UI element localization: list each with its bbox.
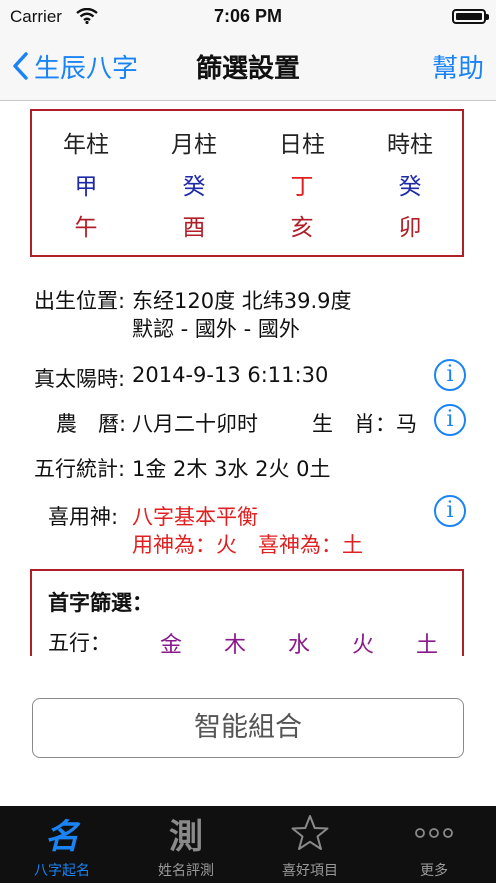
five-elements-stats-value: 1金 2木 3水 2火 0土	[132, 457, 331, 481]
battery-icon	[452, 9, 489, 24]
lunar-date-label: 農 曆:	[56, 412, 127, 436]
filter-settings-content[interactable]: 年柱 甲 午 月柱 癸 酉 日柱 丁 亥 時柱 癸 卯 出生位置: 东经120度…	[0, 101, 496, 656]
five-elements-stats-row: 五行統計: 1金 2木 3水 2火 0土	[0, 453, 496, 483]
first-char-elements-label: 五行：	[48, 631, 111, 655]
true-solar-time-label: 真太陽時:	[34, 367, 126, 391]
tab-bar: 名 八字起名 測 姓名評測 喜好項目 更多	[0, 806, 496, 883]
navigation-bar: 生辰八字 篩選設置 幫助	[0, 34, 496, 101]
favorable-god-balance: 八字基本平衡	[132, 505, 258, 529]
element-option-wood[interactable]: 木	[224, 627, 246, 656]
lunar-date-value: 八月二十卯时	[132, 412, 258, 436]
lunar-date-row: 農 曆: 八月二十卯时 生 肖： 马 i	[0, 402, 496, 438]
tab-label: 八字起名	[34, 863, 90, 879]
element-option-water[interactable]: 水	[288, 627, 310, 656]
first-char-filter-title: 首字篩選：	[48, 591, 153, 615]
earthly-branch: 卯	[398, 215, 422, 241]
pillar-header: 時柱	[387, 132, 433, 158]
bazi-pillars-box: 年柱 甲 午 月柱 癸 酉 日柱 丁 亥 時柱 癸 卯	[30, 109, 464, 257]
heavenly-stem: 癸	[182, 174, 206, 200]
pillar-header: 月柱	[171, 132, 217, 158]
info-icon[interactable]: i	[434, 495, 466, 527]
zodiac-value: 马	[396, 412, 417, 436]
birth-location-label: 出生位置:	[34, 289, 126, 313]
element-option-fire[interactable]: 火	[352, 627, 374, 656]
tab-favorites[interactable]: 喜好項目	[248, 806, 372, 883]
five-elements-stats-label: 五行統計:	[34, 457, 126, 481]
tab-label: 喜好項目	[282, 863, 338, 879]
birth-location-coords: 东经120度 北纬39.9度	[132, 289, 352, 313]
heavenly-stem: 丁	[290, 174, 314, 200]
element-option-earth[interactable]: 土	[416, 627, 438, 656]
help-button[interactable]: 幫助	[432, 48, 484, 85]
favorable-god-label: 喜用神:	[48, 505, 119, 529]
pillar-header: 日柱	[279, 132, 325, 158]
info-icon[interactable]: i	[434, 359, 466, 391]
true-solar-time-value: 2014-9-13 6:11:30	[132, 363, 329, 387]
pillar-header: 年柱	[63, 132, 109, 158]
clock: 7:06 PM	[213, 6, 283, 26]
birth-location-row: 出生位置: 东经120度 北纬39.9度 默認 - 國外 - 國外	[0, 285, 496, 345]
favorable-god-row: 喜用神: 八字基本平衡 用神為：火 喜神為：土 i	[0, 495, 496, 557]
tab-label: 更多	[420, 863, 448, 879]
earthly-branch: 亥	[290, 215, 314, 241]
more-dots-icon	[372, 810, 496, 856]
heavenly-stem: 甲	[74, 174, 98, 200]
earthly-branch: 午	[74, 215, 98, 241]
first-char-filter-box: 首字篩選： 五行： 金 木 水 火 土	[30, 569, 464, 656]
page-title: 篩選設置	[195, 54, 300, 84]
tab-label: 姓名評測	[158, 863, 214, 879]
tab-name-evaluation[interactable]: 測 姓名評測	[124, 806, 248, 883]
true-solar-time-row: 真太陽時: 2014-9-13 6:11:30 i	[0, 357, 496, 393]
birth-location-place: 默認 - 國外 - 國外	[132, 317, 300, 341]
favorable-god-detail: 用神為：火 喜神為：土	[132, 533, 363, 557]
earthly-branch: 酉	[182, 215, 206, 241]
evaluate-brush-icon: 測	[169, 816, 203, 857]
name-brush-icon: 名	[45, 816, 79, 857]
tab-bazi-naming[interactable]: 名 八字起名	[0, 806, 124, 883]
smart-combine-button[interactable]: 智能組合	[32, 698, 464, 758]
zodiac-label: 生 肖：	[312, 412, 396, 436]
status-bar: Carrier 7:06 PM	[0, 0, 496, 34]
tab-more[interactable]: 更多	[372, 806, 496, 883]
info-icon[interactable]: i	[434, 404, 466, 436]
element-option-metal[interactable]: 金	[160, 627, 182, 656]
heavenly-stem: 癸	[398, 174, 422, 200]
star-icon	[248, 810, 372, 856]
